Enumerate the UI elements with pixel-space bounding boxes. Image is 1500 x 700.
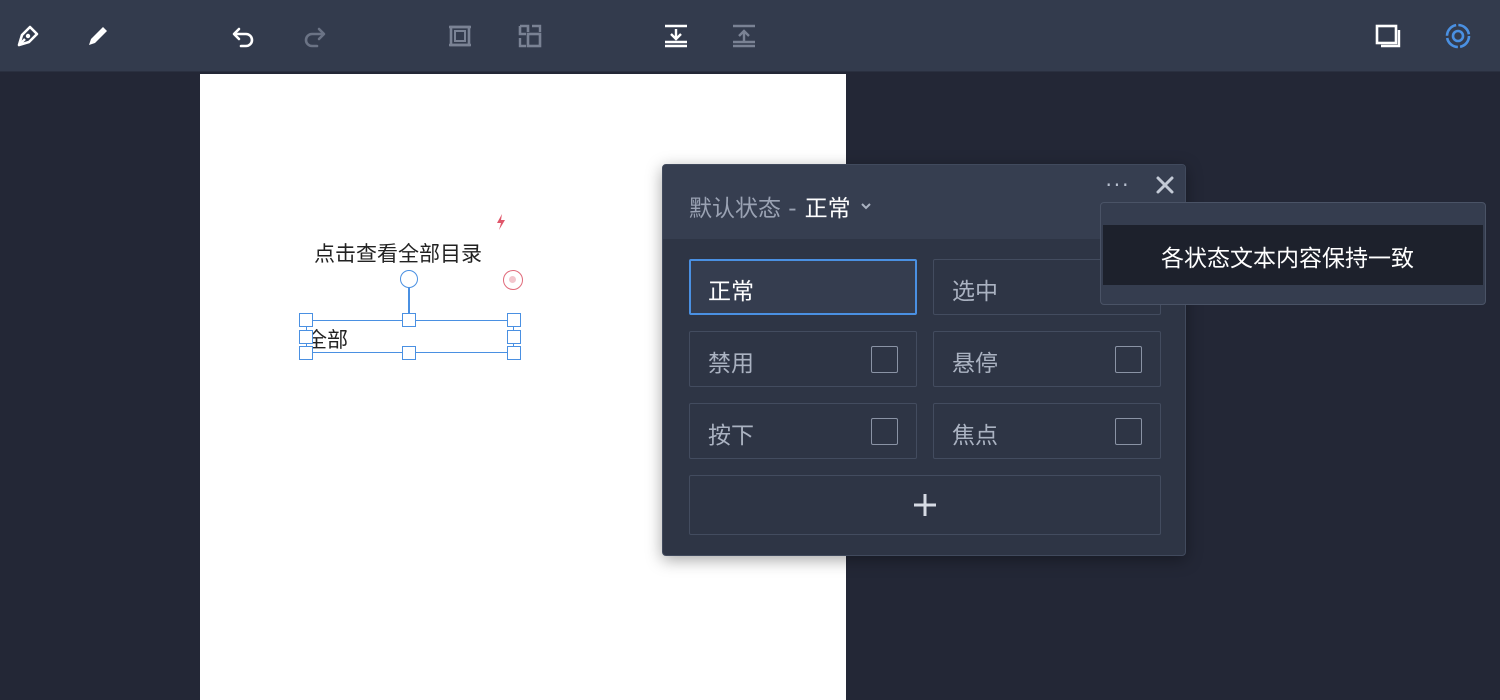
heading-text[interactable]: 点击查看全部目录 (314, 238, 482, 268)
state-option-focus[interactable]: 焦点 (933, 403, 1161, 459)
anchor-handle[interactable] (503, 270, 523, 290)
ungroup-icon (518, 24, 542, 48)
resize-handle-top[interactable] (402, 313, 416, 327)
state-checkbox[interactable] (871, 346, 898, 373)
current-state-label: 正常 (804, 196, 851, 222)
align-up-icon (733, 24, 755, 48)
pencil-tool-button[interactable] (76, 14, 120, 58)
state-option-label: 禁用 (708, 351, 754, 377)
state-option-hover[interactable]: 悬停 (933, 331, 1161, 387)
state-option-normal[interactable]: 正常 (689, 259, 917, 315)
close-icon[interactable] (1153, 173, 1177, 197)
resize-handle-right[interactable] (507, 330, 521, 344)
state-option-disabled[interactable]: 禁用 (689, 331, 917, 387)
state-option-label: 选中 (952, 279, 998, 305)
frame-button[interactable] (438, 14, 482, 58)
undo-icon (232, 27, 254, 48)
undo-button[interactable] (222, 14, 266, 58)
resize-handle-bottom-left[interactable] (299, 346, 313, 360)
more-options-button[interactable]: ··· (1103, 173, 1133, 197)
resize-handle-top-left[interactable] (299, 313, 313, 327)
state-checkbox[interactable] (1115, 418, 1142, 445)
rotation-handle[interactable] (400, 270, 418, 288)
pen-tool-button[interactable] (6, 14, 50, 58)
menu-item-label: 各状态文本内容保持一致 (1161, 246, 1414, 272)
state-checkbox[interactable] (1115, 346, 1142, 373)
resize-handle-bottom[interactable] (402, 346, 416, 360)
pencil-icon (89, 27, 107, 45)
more-options-menu: 各状态文本内容保持一致 (1100, 202, 1486, 305)
resize-handle-bottom-right[interactable] (507, 346, 521, 360)
menu-item-sync-text[interactable]: 各状态文本内容保持一致 (1103, 225, 1483, 285)
state-option-label: 焦点 (952, 423, 998, 449)
target-icon (1445, 23, 1471, 49)
state-dropdown[interactable]: 默认状态 - 正常 (689, 189, 873, 223)
state-checkbox[interactable] (871, 418, 898, 445)
plus-icon (914, 494, 936, 516)
redo-button[interactable] (292, 14, 336, 58)
ungroup-button[interactable] (508, 14, 552, 58)
redo-icon (304, 27, 326, 48)
chevron-down-icon (860, 203, 871, 210)
top-toolbar (0, 0, 1500, 72)
pen-nib-icon (17, 25, 39, 47)
frame-icon (449, 25, 471, 47)
state-option-label: 按下 (708, 423, 754, 449)
preview-button[interactable] (1366, 14, 1410, 58)
window-icon (1375, 24, 1401, 48)
lightning-icon[interactable] (494, 213, 508, 231)
state-option-label: 正常 (708, 279, 754, 305)
resize-handle-left[interactable] (299, 330, 313, 344)
align-bottom-button[interactable] (654, 14, 698, 58)
align-down-icon (665, 24, 687, 48)
settings-button[interactable] (1436, 14, 1480, 58)
state-option-label: 悬停 (952, 351, 998, 377)
resize-handle-top-right[interactable] (507, 313, 521, 327)
add-state-button[interactable] (689, 475, 1161, 535)
align-top-button[interactable] (722, 14, 766, 58)
state-title-prefix: 默认状态 - (689, 196, 797, 222)
state-option-pressed[interactable]: 按下 (689, 403, 917, 459)
